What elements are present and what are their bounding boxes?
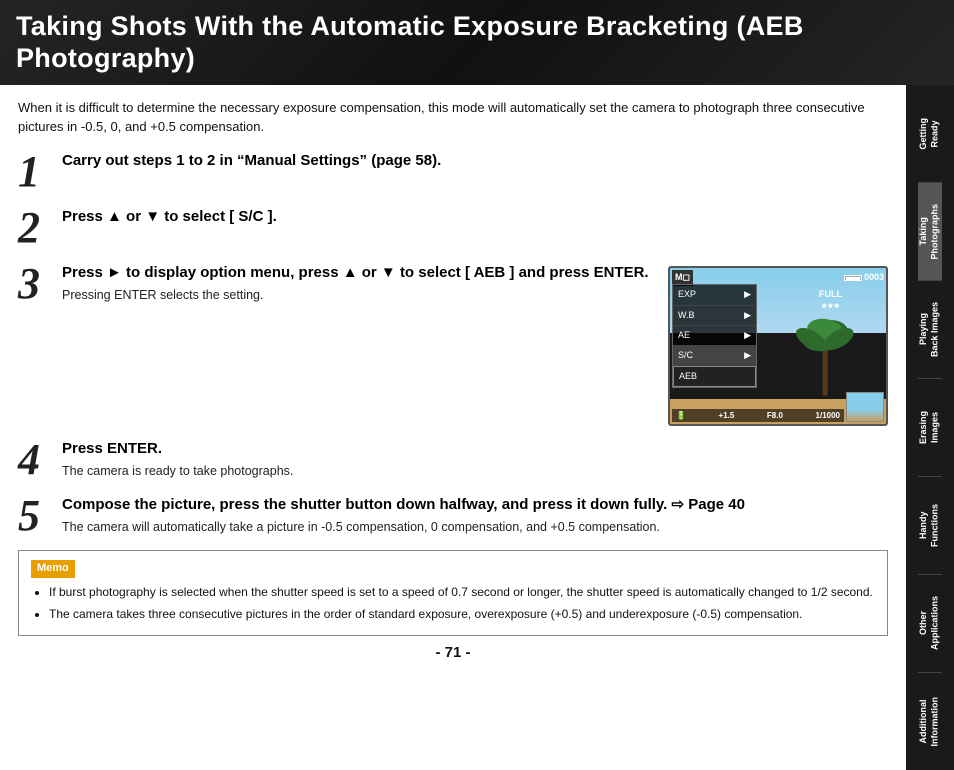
- step-4-desc: The camera is ready to take photographs.: [62, 462, 888, 480]
- page-header: Taking Shots With the Automatic Exposure…: [0, 0, 954, 85]
- step-2-title: Press ▲ or ▼ to select [ S/C ].: [62, 206, 888, 228]
- sidebar-item-getting-ready[interactable]: GettingReady: [918, 85, 941, 183]
- step-5: 5 Compose the picture, press the shutter…: [18, 494, 888, 538]
- cam-bottombar: 🔋 +1.5 F8.0 1/1000: [672, 409, 844, 423]
- memo-item-2: The camera takes three consecutive pictu…: [49, 606, 875, 623]
- page-number: - 71 -: [18, 636, 888, 668]
- step-4: 4 Press ENTER. The camera is ready to ta…: [18, 438, 888, 482]
- cam-topbar: M◻ 0003: [672, 270, 884, 285]
- step-5-content: Compose the picture, press the shutter b…: [62, 494, 888, 536]
- sidebar-label-other: OtherApplications: [918, 596, 941, 650]
- cam-aperture: F8.0: [767, 410, 783, 422]
- step-3-inner: Press ► to display option menu, press ▲ …: [62, 262, 888, 426]
- frame-count: 0003: [864, 271, 884, 284]
- page-title: Taking Shots With the Automatic Exposure…: [16, 10, 938, 75]
- step-3-desc: Pressing ENTER selects the setting.: [62, 286, 654, 304]
- step-5-title: Compose the picture, press the shutter b…: [62, 494, 888, 516]
- cam-mode-icon: M◻: [672, 270, 693, 285]
- step-1: 1 Carry out steps 1 to 2 in “Manual Sett…: [18, 150, 888, 194]
- cam-stars: ★★★: [819, 302, 842, 312]
- memo-item-1: If burst photography is selected when th…: [49, 584, 875, 601]
- step-number-1: 1: [18, 150, 56, 194]
- sidebar-item-erasing[interactable]: ErasingImages: [918, 379, 941, 477]
- cam-shutter: 1/1000: [816, 410, 840, 422]
- cam-menu-wb: W.B▶: [673, 306, 756, 326]
- step-5-desc: The camera will automatically take a pic…: [62, 518, 888, 536]
- cam-battery-icon: 🔋: [676, 410, 686, 422]
- cam-menu: EXP▶ W.B▶ AE▶ S/C▶: [672, 284, 757, 387]
- step-number-3: 3: [18, 262, 56, 306]
- sidebar-item-additional[interactable]: AdditionalInformation: [918, 673, 941, 770]
- step-1-content: Carry out steps 1 to 2 in “Manual Settin…: [62, 150, 888, 174]
- intro-text: When it is difficult to determine the ne…: [18, 99, 888, 137]
- main-layout: When it is difficult to determine the ne…: [0, 85, 954, 770]
- step-3-text: Press ► to display option menu, press ▲ …: [62, 262, 654, 304]
- sidebar-item-taking-photographs[interactable]: TakingPhotographs: [918, 183, 941, 281]
- sidebar-label-erasing: ErasingImages: [918, 411, 941, 444]
- step-number-2: 2: [18, 206, 56, 250]
- sidebar-label-playing-back: PlayingBack Images: [918, 302, 941, 357]
- memo-label: Memo: [31, 560, 75, 578]
- step-3: 3 Press ► to display option menu, press …: [18, 262, 888, 426]
- cam-full-label: FULL ★★★: [819, 288, 842, 311]
- step-2: 2 Press ▲ or ▼ to select [ S/C ].: [18, 206, 888, 250]
- content-area: When it is difficult to determine the ne…: [0, 85, 906, 770]
- memo-box: Memo If burst photography is selected wh…: [18, 550, 888, 636]
- battery-level-bar: [844, 275, 862, 281]
- sidebar-item-playing-back[interactable]: PlayingBack Images: [918, 281, 941, 379]
- step-4-content: Press ENTER. The camera is ready to take…: [62, 438, 888, 480]
- step-4-title: Press ENTER.: [62, 438, 888, 460]
- memo-list: If burst photography is selected when th…: [31, 584, 875, 623]
- sidebar-item-handy[interactable]: HandyFunctions: [918, 477, 941, 575]
- step-3-title: Press ► to display option menu, press ▲ …: [62, 262, 654, 284]
- cam-ev-value: +1.5: [719, 410, 735, 422]
- step-number-4: 4: [18, 438, 56, 482]
- sidebar-label-handy: HandyFunctions: [918, 504, 941, 547]
- sidebar-label-taking-photographs: TakingPhotographs: [918, 204, 941, 260]
- cam-menu-sc: S/C▶: [673, 346, 756, 366]
- full-text: FULL: [819, 288, 842, 301]
- step-3-content: Press ► to display option menu, press ▲ …: [62, 262, 888, 426]
- cam-menu-exp: EXP▶: [673, 285, 756, 305]
- cam-overlay: M◻ 0003 FULL: [670, 268, 886, 424]
- sidebar-item-other[interactable]: OtherApplications: [918, 575, 941, 673]
- sidebar-label-additional: AdditionalInformation: [918, 697, 941, 747]
- cam-battery: 0003: [844, 271, 884, 284]
- sidebar: GettingReady TakingPhotographs PlayingBa…: [906, 85, 954, 770]
- step-2-content: Press ▲ or ▼ to select [ S/C ].: [62, 206, 888, 230]
- camera-display: M◻ 0003 FULL: [668, 266, 888, 426]
- cam-menu-ae: AE▶: [673, 326, 756, 346]
- step-1-title: Carry out steps 1 to 2 in “Manual Settin…: [62, 150, 888, 172]
- step-number-5: 5: [18, 494, 56, 538]
- cam-menu-aeb: AEB: [673, 366, 756, 387]
- sidebar-label-getting-ready: GettingReady: [918, 118, 941, 150]
